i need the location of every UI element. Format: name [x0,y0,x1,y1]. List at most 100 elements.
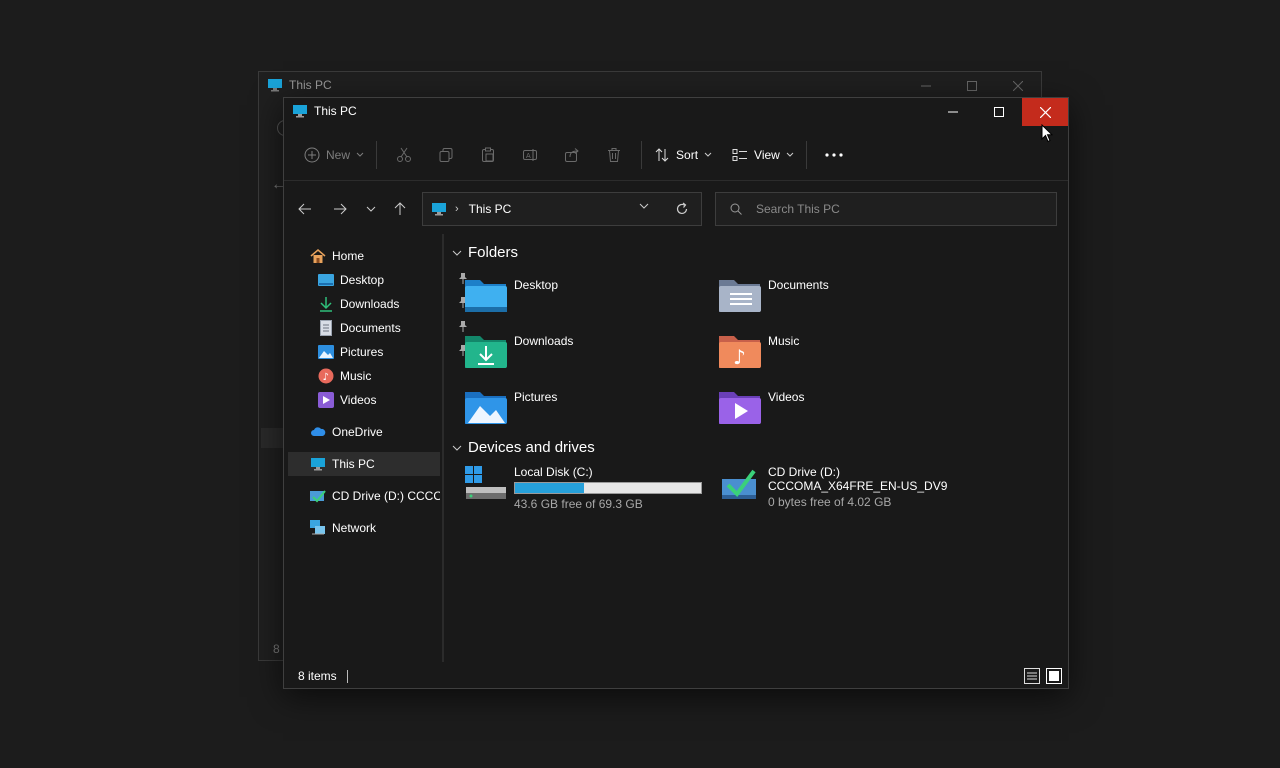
back-button[interactable] [292,196,318,222]
breadcrumb-separator[interactable]: › [455,203,459,215]
music-icon: ♪ [318,368,334,384]
new-button[interactable]: New [298,139,370,171]
sidebar-item-music[interactable]: ♪ Music [318,364,371,388]
sidebar-item-home[interactable]: Home [310,244,364,268]
arrow-up-icon [394,202,406,216]
more-icon [825,153,843,157]
folder-downloads[interactable]: Downloads [464,332,573,370]
sidebar-item-documents[interactable]: Documents [318,316,467,340]
drive-name: Local Disk (C:) [514,465,593,479]
background-window-title: This PC [267,78,332,92]
content-pane: Folders Desktop Documents Downloads ♪ Mu… [446,234,1066,662]
title-bar[interactable]: This PC [284,98,1068,126]
paste-button[interactable] [470,139,506,171]
close-icon [1039,106,1051,118]
pictures-folder-icon [464,388,508,426]
monitor-icon [267,78,283,92]
sidebar-item-network[interactable]: Network [310,516,376,540]
monitor-icon [310,456,326,472]
chevron-down-icon [786,152,794,158]
rename-button[interactable]: A [512,139,548,171]
maximize-icon [994,107,1004,117]
drive-free-space: 0 bytes free of 4.02 GB [768,495,892,509]
download-icon [318,296,334,312]
drive-usage-bar [514,482,702,494]
sidebar-item-videos[interactable]: Videos [318,388,376,412]
drive-label: CCCOMA_X64FRE_EN-US_DV9 [768,479,948,493]
delete-icon [606,147,622,163]
breadcrumb-this-pc[interactable]: This PC [469,202,512,216]
separator [805,141,807,169]
videos-icon [318,392,334,408]
folder-desktop[interactable]: Desktop [464,276,558,314]
sidebar-item-cd-drive[interactable]: CD Drive (D:) CCCOM [310,484,440,508]
cd-drive-icon [310,488,326,504]
up-button[interactable] [387,196,413,222]
folder-documents[interactable]: Documents [718,276,829,314]
minimize-icon[interactable] [903,72,949,100]
separator [376,141,378,169]
svg-text:♪: ♪ [733,345,746,369]
chevron-down-icon[interactable] [639,203,649,209]
search-box[interactable]: Search This PC [715,192,1057,226]
drive-local-disk-c[interactable]: Local Disk (C:) 43.6 GB free of 69.3 GB [464,465,702,511]
drives-section-header[interactable]: Devices and drives [452,439,595,456]
divider [284,180,1068,181]
refresh-icon[interactable] [675,202,689,216]
music-folder-icon: ♪ [718,332,762,370]
arrow-right-icon [333,203,347,215]
copy-icon [438,147,454,163]
monitor-icon [292,104,308,118]
forward-button[interactable] [327,196,353,222]
hard-disk-icon [464,465,508,503]
share-icon [564,147,580,163]
maximize-button[interactable] [976,98,1022,126]
documents-folder-icon [718,276,762,314]
copy-button[interactable] [428,139,464,171]
file-explorer-window[interactable]: This PC New A Sort View › This PC Search… [283,97,1069,689]
minimize-button[interactable] [930,98,976,126]
separator [641,141,643,169]
cut-icon [396,147,412,163]
sidebar-item-downloads[interactable]: Downloads [318,292,467,316]
drive-info: CD Drive (D:) CCCOMA_X64FRE_EN-US_DV9 0 … [768,465,947,509]
folder-music[interactable]: ♪ Music [718,332,799,370]
sidebar-item-pictures[interactable]: Pictures [318,340,467,364]
share-button[interactable] [554,139,590,171]
home-icon [310,248,326,264]
close-icon[interactable] [995,72,1041,100]
drive-free-space: 43.6 GB free of 69.3 GB [514,497,643,511]
network-icon [310,520,326,536]
arrow-left-icon [298,203,312,215]
address-bar[interactable]: › This PC [422,192,702,226]
sidebar-item-this-pc[interactable]: This PC [288,452,440,476]
drive-cd-d[interactable]: CD Drive (D:) CCCOMA_X64FRE_EN-US_DV9 0 … [718,465,947,509]
sort-icon [654,147,670,163]
folders-section-header[interactable]: Folders [452,244,518,261]
search-placeholder: Search This PC [756,202,840,216]
maximize-icon[interactable] [949,72,995,100]
cut-button[interactable] [386,139,422,171]
downloads-folder-icon [464,332,508,370]
folder-videos[interactable]: Videos [718,388,804,426]
minimize-icon [948,107,958,117]
chevron-down-icon [356,152,364,158]
delete-button[interactable] [596,139,632,171]
chevron-down-icon [366,206,376,212]
sidebar-item-onedrive[interactable]: OneDrive [310,420,383,444]
recent-locations-button[interactable] [358,196,384,222]
close-button[interactable] [1022,98,1068,126]
see-more-button[interactable] [816,139,852,171]
sidebar-item-desktop[interactable]: Desktop [318,268,467,292]
details-view-icon[interactable] [1024,668,1040,684]
chevron-down-icon [704,152,712,158]
large-icons-view-icon[interactable] [1046,668,1062,684]
view-icon [732,148,748,162]
sort-button[interactable]: Sort [648,139,718,171]
drive-name: CD Drive (D:) [768,465,840,479]
folder-pictures[interactable]: Pictures [464,388,557,426]
mouse-cursor-icon [1041,124,1053,143]
navigation-bar: › This PC Search This PC [284,192,1068,226]
add-icon [304,147,320,163]
view-button[interactable]: View [726,139,800,171]
